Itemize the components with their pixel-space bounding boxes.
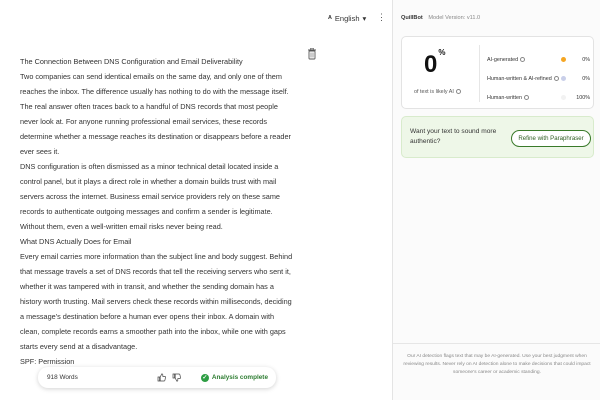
info-icon[interactable]: [524, 94, 530, 100]
editor-footer: 918 Words ✓ Analysis complete: [38, 367, 276, 388]
info-icon[interactable]: [455, 89, 461, 95]
chevron-down-icon: ▾: [362, 14, 367, 23]
breakdown-row-refined: Human-written & AI-refined 0%: [487, 75, 590, 82]
ai-score: 0%: [424, 48, 446, 78]
check-circle-icon: ✓: [200, 373, 209, 382]
breakdown-row-human: Human-written 100%: [487, 94, 590, 101]
score-card: 0% of text is likely AI AI-generated 0% …: [401, 36, 594, 109]
thumbs-down-icon[interactable]: [172, 373, 181, 382]
trash-icon[interactable]: [307, 48, 317, 60]
divider: [479, 45, 480, 102]
paraphraser-promo: Want your text to sound more authentic? …: [401, 116, 594, 158]
brand-header: QuillBot Model Version: v11.0: [401, 15, 480, 21]
status-label: Analysis complete: [211, 374, 268, 381]
translate-icon: ᴬ: [328, 14, 332, 23]
paragraph: DNS configuration is often dismissed as …: [20, 162, 280, 231]
document-heading: The Connection Between DNS Configuration…: [20, 57, 243, 66]
info-icon[interactable]: [553, 75, 559, 81]
legend-dot: [561, 57, 566, 62]
thumbs-up-icon[interactable]: [157, 373, 166, 382]
document-text[interactable]: The Connection Between DNS Configuration…: [20, 54, 295, 367]
disclaimer-text: Our AI detection flags text that may be …: [403, 354, 591, 375]
score-label: of text is likely AI: [414, 89, 461, 95]
promo-text: Want your text to sound more authentic?: [410, 128, 497, 145]
divider: [393, 343, 600, 344]
language-selector[interactable]: ᴬ English ▾: [328, 14, 366, 23]
breakdown-row-ai: AI-generated 0%: [487, 56, 590, 63]
section-heading: SPF: Permission: [20, 357, 75, 366]
paragraph: Every email carries more information tha…: [20, 252, 293, 351]
section-heading: What DNS Actually Does for Email: [20, 237, 132, 246]
refine-button[interactable]: Refine with Paraphraser: [511, 130, 591, 147]
kebab-icon[interactable]: ⋮: [377, 13, 386, 22]
language-label: English: [334, 14, 360, 23]
brand-logo: QuillBot: [401, 15, 423, 21]
legend-dot: [561, 95, 566, 100]
legend-dot: [561, 76, 566, 81]
model-version: Model Version: v11.0: [428, 15, 481, 21]
info-icon[interactable]: [520, 56, 526, 62]
breakdown-list: AI-generated 0% Human-written & AI-refin…: [487, 50, 590, 107]
detector-panel: QuillBot Model Version: v11.0 0% of text…: [392, 0, 600, 400]
word-count: 918 Words: [47, 374, 78, 381]
paragraph: Two companies can send identical emails …: [20, 72, 291, 156]
analysis-status: ✓ Analysis complete: [200, 373, 268, 382]
editor-pane: ᴬ English ▾ ⋮ The Connection Between DNS…: [0, 0, 392, 400]
